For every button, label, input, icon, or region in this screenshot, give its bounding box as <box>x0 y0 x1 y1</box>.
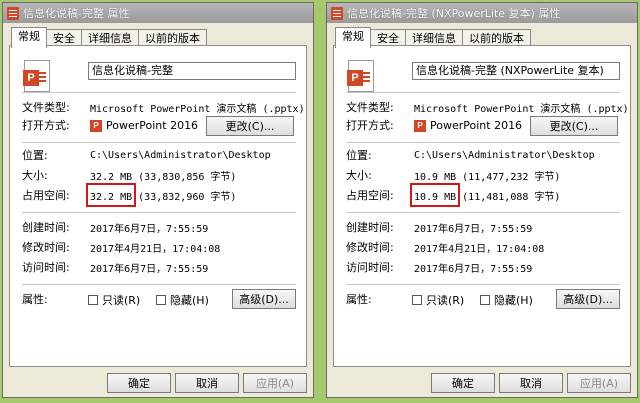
window-title: 信息化说稿-完整 属性 <box>23 7 130 20</box>
modified-label: 修改时间: <box>346 241 394 254</box>
location-label: 位置: <box>346 149 372 162</box>
divider <box>346 142 620 143</box>
properties-window-compressed: 信息化说稿-完整 (NXPowerLite 复本) 属性 常规 安全 详细信息 … <box>326 2 638 398</box>
created-value: 2017年6月7日，7:55:59 <box>90 223 209 235</box>
file-type-label: 文件类型: <box>22 101 70 114</box>
title-bar[interactable]: 信息化说稿-完整 (NXPowerLite 复本) 属性 <box>327 3 637 23</box>
divider <box>22 212 296 213</box>
accessed-label: 访问时间: <box>22 261 70 274</box>
divider <box>346 212 620 213</box>
hidden-label: 隐藏(H) <box>494 294 533 307</box>
hidden-label: 隐藏(H) <box>170 294 209 307</box>
checkbox-box[interactable] <box>88 295 98 305</box>
readonly-label: 只读(R) <box>102 294 141 307</box>
modified-value: 2017年4月21日，17:04:08 <box>414 243 545 255</box>
filename-input[interactable]: 信息化说稿-完整 <box>88 62 296 80</box>
advanced-button[interactable]: 高级(D)... <box>232 289 296 309</box>
highlight-box <box>410 183 460 207</box>
size-value: 32.2 MB (33,830,856 字节) <box>90 171 237 183</box>
window-title: 信息化说稿-完整 (NXPowerLite 复本) 属性 <box>347 7 561 20</box>
file-type-value: Microsoft PowerPoint 演示文稿 (.pptx) <box>90 103 305 115</box>
size-label: 大小: <box>346 169 372 182</box>
open-with-label: 打开方式: <box>22 119 70 132</box>
divider <box>346 284 620 285</box>
apply-button[interactable]: 应用(A) <box>243 373 307 393</box>
divider <box>22 92 296 93</box>
divider <box>22 284 296 285</box>
size-on-disk-label: 占用空间: <box>346 189 394 202</box>
size-value: 10.9 MB (11,477,232 字节) <box>414 171 561 183</box>
checkbox-box[interactable] <box>156 295 166 305</box>
pptx-file-icon: P <box>23 60 50 92</box>
powerpoint-icon <box>331 6 343 20</box>
hidden-checkbox[interactable]: 隐藏(H) <box>156 292 209 308</box>
general-panel: P 信息化说稿-完整 文件类型: Microsoft PowerPoint 演示… <box>9 45 307 367</box>
ok-button[interactable]: 确定 <box>107 373 171 393</box>
open-with-value: P PowerPoint 2016 <box>90 119 198 132</box>
general-panel: P 信息化说稿-完整 (NXPowerLite 复本) 文件类型: Micros… <box>333 45 631 367</box>
created-value: 2017年6月7日，7:55:59 <box>414 223 533 235</box>
accessed-label: 访问时间: <box>346 261 394 274</box>
title-bar[interactable]: 信息化说稿-完整 属性 <box>3 3 313 23</box>
change-button[interactable]: 更改(C)... <box>530 116 618 136</box>
hidden-checkbox[interactable]: 隐藏(H) <box>480 292 533 308</box>
size-label: 大小: <box>22 169 48 182</box>
accessed-value: 2017年6月7日，7:55:59 <box>414 263 533 275</box>
divider <box>22 142 296 143</box>
readonly-label: 只读(R) <box>426 294 465 307</box>
apply-button[interactable]: 应用(A) <box>567 373 631 393</box>
open-with-label: 打开方式: <box>346 119 394 132</box>
powerpoint-icon: P <box>414 119 426 132</box>
change-button[interactable]: 更改(C)... <box>206 116 294 136</box>
attributes-label: 属性: <box>346 293 372 306</box>
open-with-app: PowerPoint 2016 <box>106 118 199 132</box>
modified-value: 2017年4月21日，17:04:08 <box>90 243 221 255</box>
modified-label: 修改时间: <box>22 241 70 254</box>
highlight-box <box>86 183 136 207</box>
attributes-label: 属性: <box>22 293 48 306</box>
tab-general[interactable]: 常规 <box>11 27 47 48</box>
cancel-button[interactable]: 取消 <box>175 373 239 393</box>
properties-window-original: 信息化说稿-完整 属性 常规 安全 详细信息 以前的版本 P 信息化说稿-完整 … <box>2 2 314 398</box>
powerpoint-icon: P <box>90 119 102 132</box>
checkbox-box[interactable] <box>412 295 422 305</box>
pptx-file-icon: P <box>347 60 374 92</box>
location-value: C:\Users\Administrator\Desktop <box>414 149 595 161</box>
size-on-disk-label: 占用空间: <box>22 189 70 202</box>
location-label: 位置: <box>22 149 48 162</box>
tab-general[interactable]: 常规 <box>335 27 371 48</box>
divider <box>346 92 620 93</box>
advanced-button[interactable]: 高级(D)... <box>556 289 620 309</box>
cancel-button[interactable]: 取消 <box>499 373 563 393</box>
powerpoint-icon <box>7 6 19 20</box>
created-label: 创建时间: <box>346 221 394 234</box>
open-with-value: P PowerPoint 2016 <box>414 119 522 132</box>
location-value: C:\Users\Administrator\Desktop <box>90 149 271 161</box>
created-label: 创建时间: <box>22 221 70 234</box>
accessed-value: 2017年6月7日，7:55:59 <box>90 263 209 275</box>
file-type-value: Microsoft PowerPoint 演示文稿 (.pptx) <box>414 103 629 115</box>
filename-input[interactable]: 信息化说稿-完整 (NXPowerLite 复本) <box>412 62 620 80</box>
readonly-checkbox[interactable]: 只读(R) <box>88 292 140 308</box>
open-with-app: PowerPoint 2016 <box>430 118 523 132</box>
file-type-label: 文件类型: <box>346 101 394 114</box>
readonly-checkbox[interactable]: 只读(R) <box>412 292 464 308</box>
ok-button[interactable]: 确定 <box>431 373 495 393</box>
checkbox-box[interactable] <box>480 295 490 305</box>
